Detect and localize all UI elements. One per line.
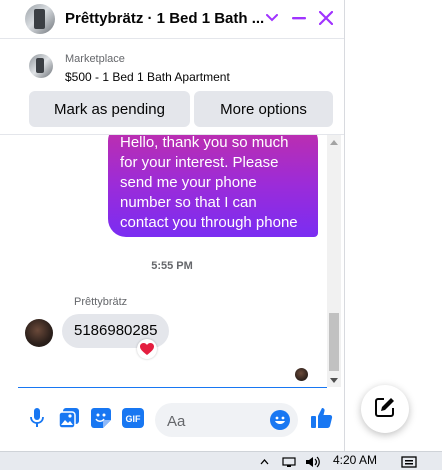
windows-taskbar: 4:20 AM	[0, 451, 442, 470]
message-list: Hello, thank you so much for your intere…	[0, 135, 344, 387]
more-options-button[interactable]: More options	[194, 91, 333, 127]
chat-window: Prêttybrätz · 1 Bed 1 Bath ... Marketpla…	[0, 0, 345, 451]
new-message-button[interactable]	[361, 385, 409, 433]
chat-header[interactable]: Prêttybrätz · 1 Bed 1 Bath ...	[0, 0, 344, 39]
seen-indicator-avatar	[295, 368, 308, 381]
listing-thumbnail[interactable]	[29, 54, 53, 78]
mark-as-pending-button[interactable]: Mark as pending	[29, 91, 190, 127]
image-icon[interactable]	[58, 407, 80, 429]
tray-chevron-up-icon[interactable]	[258, 455, 270, 469]
marketplace-listing[interactable]: Marketplace $500 - 1 Bed 1 Bath Apartmen…	[0, 39, 344, 135]
sender-name: Prêttybrätz	[74, 296, 128, 308]
message-composer: GIF	[0, 389, 344, 451]
chat-title[interactable]: Prêttybrätz · 1 Bed 1 Bath ...	[65, 10, 264, 27]
message-input[interactable]	[165, 403, 269, 439]
scroll-down-icon[interactable]	[327, 373, 341, 387]
contact-avatar[interactable]	[25, 4, 55, 34]
gif-icon[interactable]: GIF	[122, 407, 144, 429]
sender-avatar[interactable]	[25, 319, 53, 347]
minimize-icon[interactable]	[288, 7, 310, 29]
emoji-icon[interactable]	[269, 409, 291, 431]
outgoing-message[interactable]: Hello, thank you so much for your intere…	[108, 135, 318, 237]
message-scrollbar[interactable]	[327, 135, 341, 387]
svg-text:GIF: GIF	[126, 414, 142, 424]
new-message-icon	[375, 397, 395, 422]
heart-reaction-icon[interactable]	[137, 339, 157, 359]
composer-divider	[18, 387, 327, 388]
listing-source: Marketplace	[65, 53, 125, 65]
like-icon[interactable]	[311, 407, 333, 429]
volume-icon[interactable]	[304, 455, 322, 469]
chevron-down-icon[interactable]	[261, 7, 283, 29]
listing-name[interactable]: $500 - 1 Bed 1 Bath Apartment	[65, 70, 230, 84]
scroll-up-icon[interactable]	[327, 135, 341, 149]
close-icon[interactable]	[315, 7, 337, 29]
message-timestamp: 5:55 PM	[151, 260, 193, 272]
sticker-icon[interactable]	[90, 407, 112, 429]
microphone-icon[interactable]	[26, 407, 48, 429]
message-input-box[interactable]	[155, 403, 298, 439]
taskbar-clock[interactable]: 4:20 AM	[333, 453, 377, 467]
scrollbar-thumb[interactable]	[329, 313, 339, 371]
notification-center-icon[interactable]	[398, 455, 420, 469]
network-icon[interactable]	[281, 455, 297, 469]
